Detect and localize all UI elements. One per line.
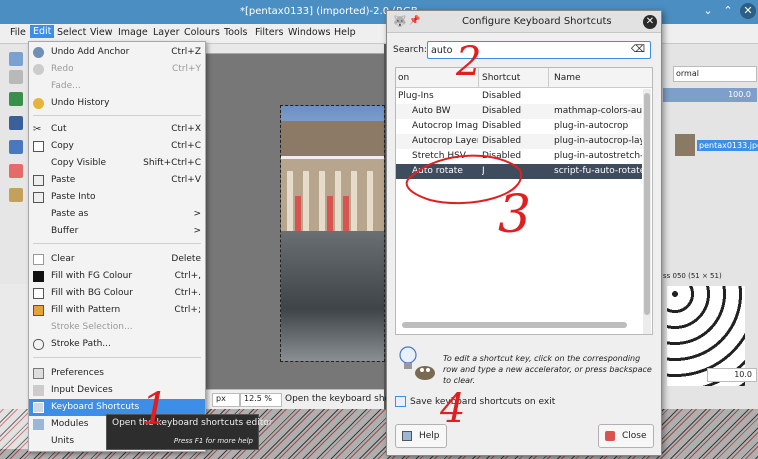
annotation-overlay: 1 2 3 4 xyxy=(141,39,531,435)
annotation-number: 2 xyxy=(455,39,481,85)
annotation-number: 4 xyxy=(439,386,465,432)
annotation-number: 1 xyxy=(141,384,169,435)
annotation-number: 3 xyxy=(498,185,531,245)
